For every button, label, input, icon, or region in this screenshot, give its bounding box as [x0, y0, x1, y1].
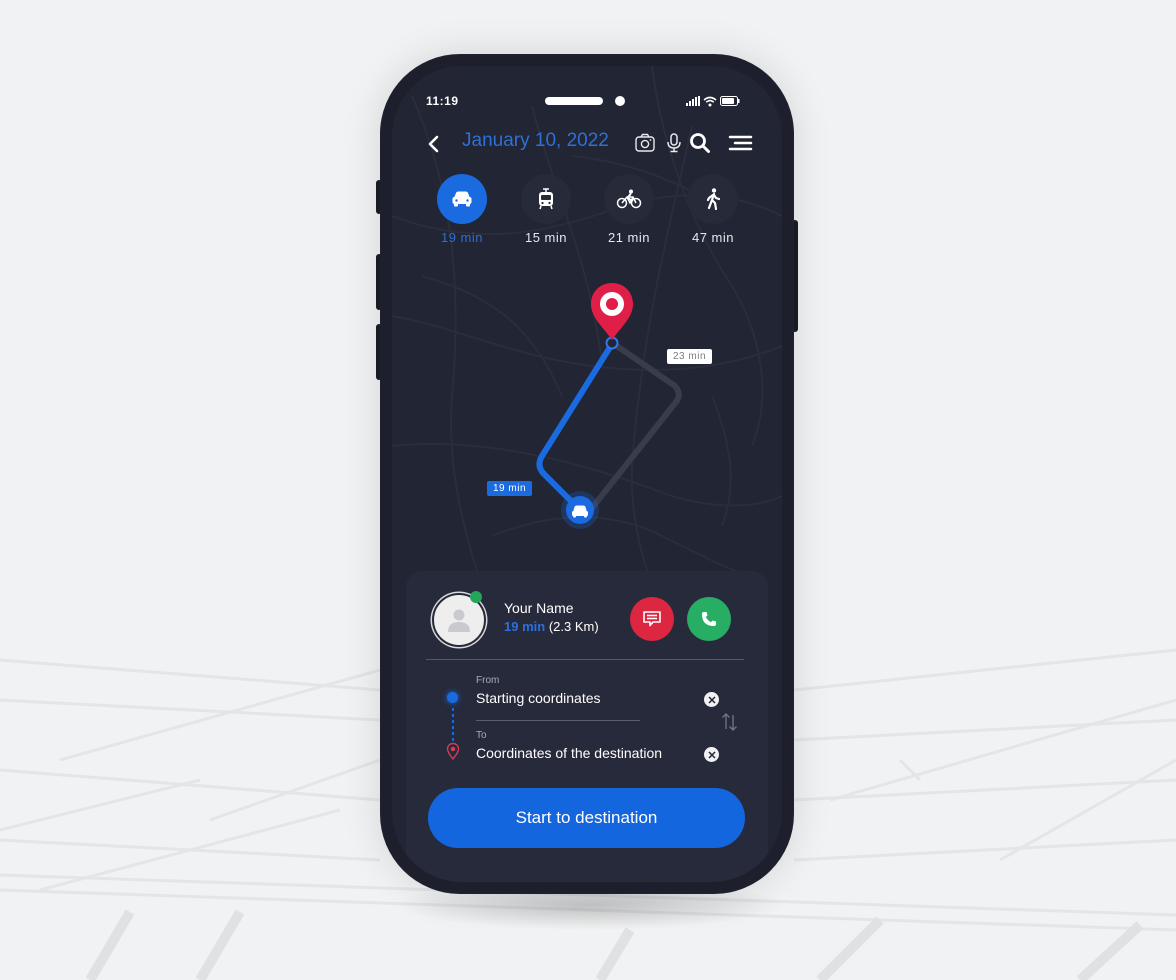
close-icon	[707, 750, 716, 759]
status-time: 11:19	[426, 94, 459, 108]
sheet-divider	[426, 659, 744, 660]
eta-distance: (2.3 Km)	[548, 619, 599, 634]
origin-dot-icon	[447, 692, 458, 703]
user-icon	[448, 609, 470, 632]
mode-transit-label: 15 min	[524, 230, 568, 245]
online-status-dot	[470, 591, 482, 603]
eta-time: 19 min	[504, 619, 546, 634]
header: January 10, 2022	[392, 126, 782, 166]
main-route-label[interactable]: 19 min	[487, 481, 533, 496]
walk-icon	[706, 188, 721, 210]
from-label: From	[476, 675, 500, 686]
to-label: To	[476, 730, 487, 741]
transport-modes: 19 min 15 min 21 min 47 min	[392, 174, 782, 254]
destination-pin-icon	[446, 742, 460, 760]
from-input[interactable]: Starting coordinates	[476, 690, 696, 706]
start-destination-button[interactable]: Start to destination	[428, 788, 745, 848]
car-icon	[452, 191, 472, 207]
app-screen: 23 min 19 min 11:19 January 10, 2022 19 …	[392, 66, 782, 882]
swap-button[interactable]	[720, 711, 740, 733]
driver-name: Your Name	[504, 600, 574, 616]
search-button[interactable]	[688, 131, 712, 155]
chat-icon	[643, 611, 661, 627]
mode-walk[interactable]: 47 min	[683, 174, 743, 245]
mode-bike-label: 21 min	[607, 230, 651, 245]
tram-icon	[539, 188, 553, 210]
mode-transit[interactable]: 15 min	[516, 174, 576, 245]
swap-icon	[722, 713, 737, 731]
mode-bike[interactable]: 21 min	[599, 174, 659, 245]
bicycle-icon	[616, 189, 642, 209]
battery-icon	[720, 96, 740, 106]
wifi-icon	[703, 96, 717, 106]
close-icon	[707, 695, 716, 704]
status-icons	[686, 94, 740, 108]
field-divider	[476, 720, 640, 721]
phone-icon	[702, 612, 716, 626]
voice-button[interactable]	[662, 131, 686, 155]
route-connector	[452, 708, 454, 742]
mode-car-label: 19 min	[440, 230, 484, 245]
clear-from-button[interactable]	[704, 692, 719, 707]
mode-walk-label: 47 min	[691, 230, 735, 245]
alternative-route-label[interactable]: 23 min	[667, 349, 713, 364]
message-button[interactable]	[630, 597, 674, 641]
clear-to-button[interactable]	[704, 747, 719, 762]
menu-button[interactable]	[726, 131, 754, 155]
main-route	[536, 341, 615, 513]
front-camera	[615, 96, 625, 106]
search-icon	[690, 133, 710, 153]
camera-icon	[635, 133, 655, 152]
microphone-icon	[667, 133, 681, 153]
mode-car[interactable]: 19 min	[432, 174, 492, 245]
menu-icon	[728, 135, 753, 151]
speaker-notch	[545, 97, 603, 105]
phone-frame: 23 min 19 min 11:19 January 10, 2022 19 …	[380, 54, 794, 894]
call-button[interactable]	[687, 597, 731, 641]
camera-button[interactable]	[633, 131, 657, 155]
back-button[interactable]	[422, 132, 446, 156]
chevron-left-icon	[428, 135, 439, 153]
driver-eta: 19 min (2.3 Km)	[504, 619, 599, 634]
page-title: January 10, 2022	[462, 130, 609, 151]
signal-icon	[686, 96, 700, 106]
status-bar: 11:19	[392, 66, 782, 108]
to-input[interactable]: Coordinates of the destination	[476, 745, 706, 761]
